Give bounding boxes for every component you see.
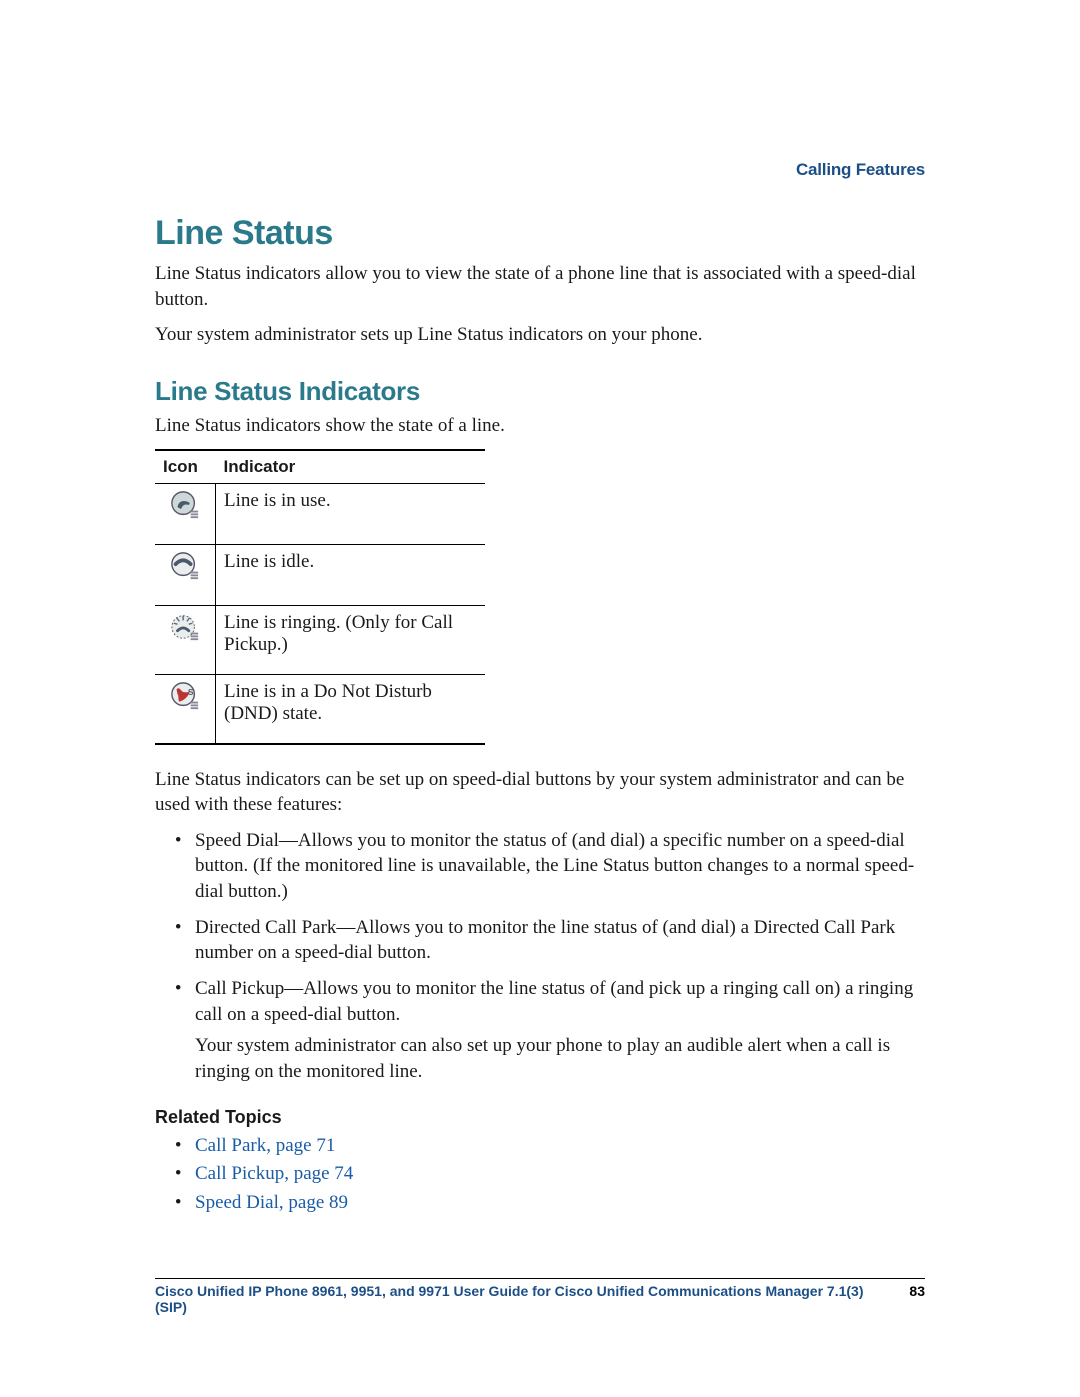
list-item: Speed Dial, page 89 [191, 1189, 925, 1218]
link-call-park[interactable]: Call Park, page 71 [195, 1135, 335, 1156]
list-item: Directed Call Park—Allows you to monitor… [191, 915, 925, 966]
line-dnd-icon: S [170, 681, 200, 711]
related-topics-heading: Related Topics [155, 1107, 925, 1128]
subsection-title: Line Status Indicators [155, 376, 925, 407]
section-intro-2: Your system administrator sets up Line S… [155, 322, 925, 348]
running-header: Calling Features [796, 160, 925, 180]
cell-indicator: Line is idle. [216, 544, 486, 605]
line-idle-icon [170, 551, 200, 581]
link-call-pickup[interactable]: Call Pickup, page 74 [195, 1163, 353, 1184]
link-speed-dial[interactable]: Speed Dial, page 89 [195, 1192, 348, 1213]
section-title: Line Status [155, 214, 925, 253]
table-row: S Line is in a Do Not Disturb (DND) stat… [155, 674, 485, 744]
page-content: Calling Features Line Status Line Status… [155, 160, 925, 1217]
table-row: Line is ringing. (Only for Call Pickup.) [155, 605, 485, 674]
list-item: Speed Dial—Allows you to monitor the sta… [191, 828, 925, 905]
th-indicator: Indicator [216, 450, 486, 484]
subsection-lead: Line Status indicators show the state of… [155, 413, 925, 439]
post-table-lead: Line Status indicators can be set up on … [155, 767, 925, 818]
cell-indicator: Line is in use. [216, 483, 486, 544]
list-item: Call Pickup—Allows you to monitor the li… [191, 976, 925, 1085]
line-ringing-icon [170, 612, 200, 642]
line-in-use-icon [170, 490, 200, 520]
table-row: Line is idle. [155, 544, 485, 605]
line-status-table: Icon Indicator Line [155, 449, 485, 745]
bullet-text: Speed Dial—Allows you to monitor the sta… [195, 830, 914, 902]
chapter-label: Calling Features [796, 160, 925, 179]
bullet-text: Directed Call Park—Allows you to monitor… [195, 917, 895, 964]
section-intro-1: Line Status indicators allow you to view… [155, 261, 925, 312]
bullet-extra: Your system administrator can also set u… [195, 1033, 925, 1084]
cell-indicator: Line is in a Do Not Disturb (DND) state. [216, 674, 486, 744]
cell-indicator: Line is ringing. (Only for Call Pickup.) [216, 605, 486, 674]
page-footer: Cisco Unified IP Phone 8961, 9951, and 9… [155, 1278, 925, 1315]
feature-list: Speed Dial—Allows you to monitor the sta… [155, 828, 925, 1085]
page-number: 83 [909, 1283, 925, 1299]
list-item: Call Park, page 71 [191, 1132, 925, 1161]
bullet-text: Call Pickup—Allows you to monitor the li… [195, 978, 913, 1025]
th-icon: Icon [155, 450, 216, 484]
related-topics-list: Call Park, page 71 Call Pickup, page 74 … [155, 1132, 925, 1218]
table-row: Line is in use. [155, 483, 485, 544]
doc-title: Cisco Unified IP Phone 8961, 9951, and 9… [155, 1283, 889, 1315]
svg-text:S: S [188, 687, 194, 697]
list-item: Call Pickup, page 74 [191, 1160, 925, 1189]
